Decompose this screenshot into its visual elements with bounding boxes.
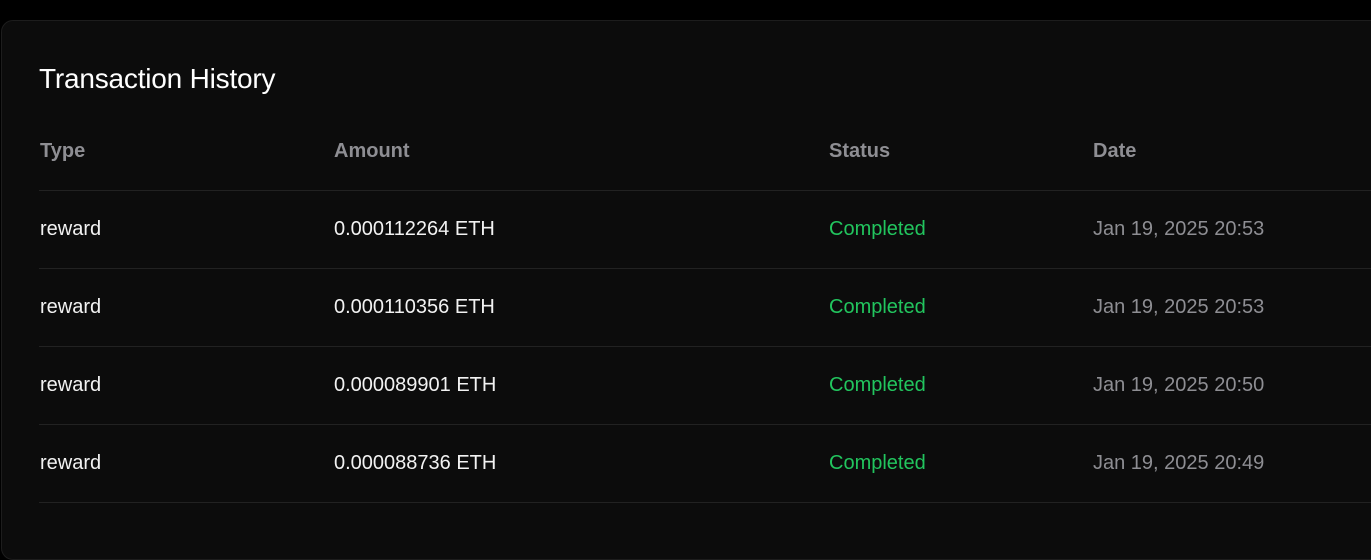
cell-type: reward — [40, 374, 102, 396]
cell-type: reward — [40, 296, 102, 318]
table-row: reward 0.000089901 ETH Completed Jan 19,… — [39, 347, 1371, 425]
column-header-amount: Amount — [334, 139, 410, 162]
table-row: reward 0.000110356 ETH Completed Jan 19,… — [39, 269, 1371, 347]
cell-type: reward — [40, 218, 102, 240]
cell-type: reward — [40, 452, 102, 474]
transaction-history-card: Transaction History Type Amount Status D… — [1, 20, 1371, 560]
cell-date: Jan 19, 2025 20:53 — [1093, 218, 1265, 240]
table-row: reward 0.000088736 ETH Completed Jan 19,… — [39, 425, 1371, 503]
column-header-status: Status — [829, 139, 891, 162]
cell-date: Jan 19, 2025 20:49 — [1093, 452, 1265, 474]
cell-amount: 0.000110356 ETH — [334, 296, 495, 318]
cell-date: Jan 19, 2025 20:50 — [1093, 374, 1265, 396]
status-badge: Completed — [829, 374, 926, 396]
cell-amount: 0.000088736 ETH — [334, 452, 497, 474]
column-header-type: Type — [40, 139, 86, 162]
cell-date: Jan 19, 2025 20:53 — [1093, 296, 1265, 318]
transaction-table: Type Amount Status Date reward 0.0001122… — [39, 112, 1371, 503]
table-row: reward 0.000112264 ETH Completed Jan 19,… — [39, 191, 1371, 269]
table-header-row: Type Amount Status Date — [39, 112, 1371, 191]
status-badge: Completed — [829, 452, 926, 474]
cell-amount: 0.000112264 ETH — [334, 218, 495, 240]
status-badge: Completed — [829, 218, 926, 240]
card-title: Transaction History — [39, 63, 276, 94]
column-header-date: Date — [1093, 139, 1137, 162]
status-badge: Completed — [829, 296, 926, 318]
cell-amount: 0.000089901 ETH — [334, 374, 497, 396]
